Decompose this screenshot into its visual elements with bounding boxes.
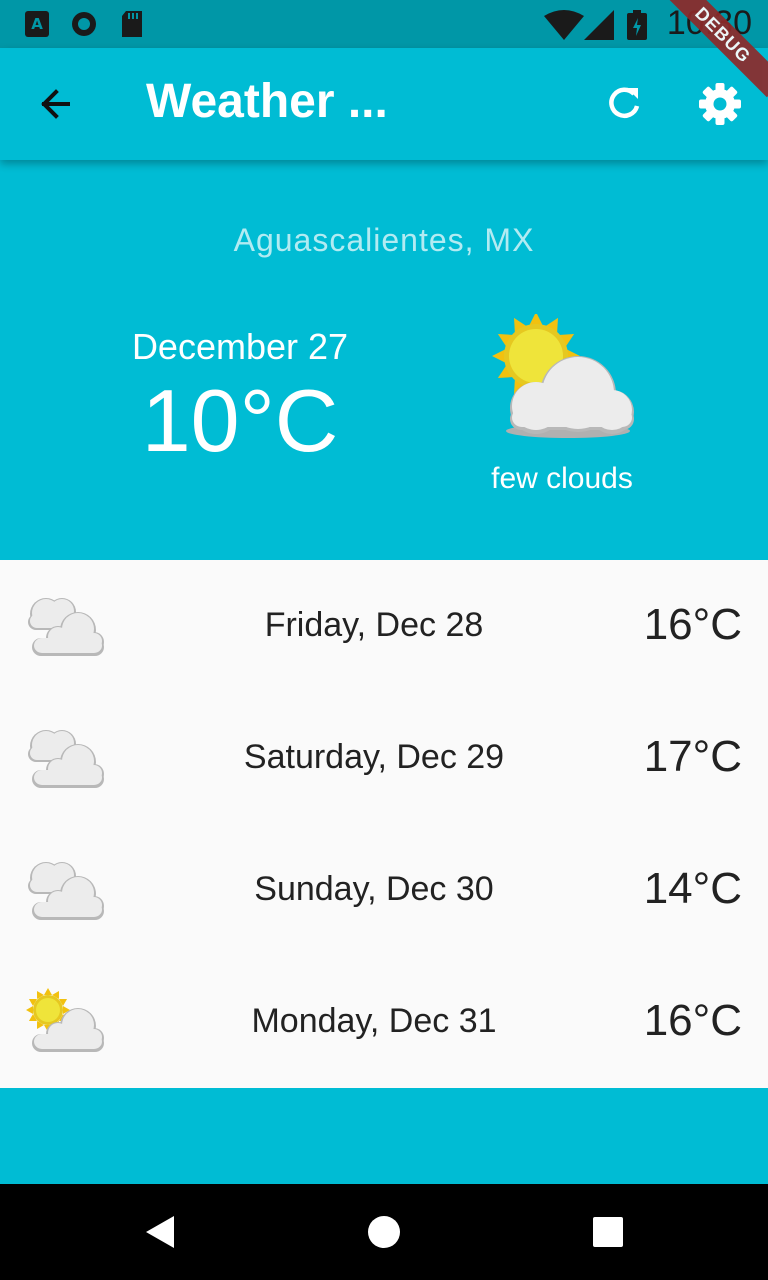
status-bar: A 10:30 (0, 0, 768, 48)
forecast-day: Sunday, Dec 30 (254, 870, 494, 908)
nav-home-icon[interactable] (364, 1212, 404, 1252)
nav-back-icon[interactable] (140, 1212, 180, 1252)
location-label: Aguascalientes, MX (233, 222, 535, 258)
few-clouds-icon (492, 314, 634, 438)
battery-icon (627, 10, 647, 40)
clouds-icon (28, 730, 104, 788)
forecast-temperature: 16°C (643, 600, 742, 649)
current-weather: Aguascalientes, MX December 27 10°C few … (0, 160, 768, 560)
font-app-icon: A (25, 11, 49, 37)
few-clouds-icon (26, 988, 104, 1052)
sd-card-icon (122, 11, 142, 37)
forecast-day: Friday, Dec 28 (264, 606, 484, 644)
navigation-bar (0, 1184, 768, 1280)
sync-circle-icon (72, 12, 96, 36)
back-arrow-icon[interactable] (28, 76, 84, 132)
clouds-icon (28, 598, 104, 656)
forecast-temperature: 16°C (643, 996, 742, 1045)
forecast-row[interactable]: Monday, Dec 31 16°C (0, 956, 768, 1088)
app-bar: Weather ... (0, 48, 768, 160)
wifi-icon (544, 10, 584, 40)
forecast-list: Friday, Dec 28 16°C Saturday, Dec 29 17°… (0, 560, 768, 1088)
forecast-row[interactable]: Sunday, Dec 30 14°C (0, 824, 768, 956)
svg-text:A: A (31, 15, 43, 33)
signal-icon (584, 10, 614, 40)
forecast-temperature: 14°C (643, 864, 742, 913)
forecast-day: Saturday, Dec 29 (243, 738, 505, 776)
nav-recents-icon[interactable] (588, 1212, 628, 1252)
settings-gear-icon[interactable] (692, 76, 748, 132)
current-description: few clouds (491, 462, 633, 495)
clouds-icon (28, 862, 104, 920)
current-date: December 27 (131, 326, 349, 367)
current-temperature: 10°C (141, 371, 339, 470)
forecast-day: Monday, Dec 31 (251, 1002, 497, 1040)
forecast-row[interactable]: Saturday, Dec 29 17°C (0, 692, 768, 824)
forecast-temperature: 17°C (643, 732, 742, 781)
forecast-row[interactable]: Friday, Dec 28 16°C (0, 560, 768, 692)
page-title: Weather ... (146, 75, 388, 128)
refresh-icon[interactable] (596, 76, 652, 132)
